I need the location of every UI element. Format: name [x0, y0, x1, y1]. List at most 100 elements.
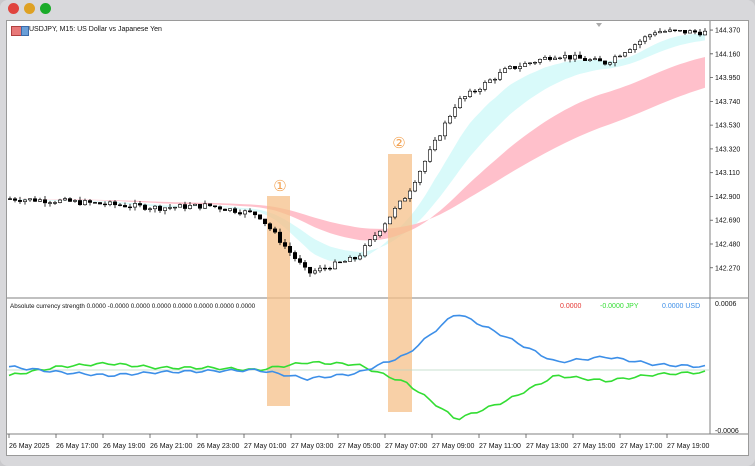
candle-body	[88, 200, 93, 203]
candle-body	[397, 200, 402, 209]
time-tick-label: 27 May 05:00	[338, 443, 381, 450]
candle-body	[542, 57, 547, 60]
time-tick-label: 27 May 01:00	[244, 443, 287, 450]
candle-body	[18, 200, 23, 202]
price-tick-label: 142.690	[715, 218, 740, 225]
candle-body	[527, 62, 532, 64]
candle-body	[387, 216, 392, 225]
candle-body	[42, 199, 47, 204]
candle-body	[37, 199, 42, 202]
chart-area[interactable]: ① ② 144.370 144.160 143.950 143.740 143.530 1…	[6, 20, 749, 456]
indicator-scale-bottom: -0.0006	[715, 428, 739, 435]
candle-body	[332, 261, 337, 270]
candle-body	[402, 198, 407, 202]
candle-body	[377, 230, 382, 236]
candle-body	[417, 171, 422, 183]
zoom-button[interactable]	[40, 3, 51, 14]
candle-body	[617, 55, 622, 58]
candle-body	[103, 203, 108, 206]
candle-body	[352, 257, 357, 260]
candle-body	[342, 261, 347, 263]
candle-body	[258, 214, 263, 220]
candle-body	[337, 261, 342, 264]
candle-body	[292, 252, 297, 259]
price-tick-label: 143.950	[715, 75, 740, 82]
candle-body	[262, 218, 267, 225]
candle-body	[178, 204, 183, 208]
time-tick-label: 27 May 17:00	[620, 443, 663, 450]
candle-body	[642, 36, 647, 42]
candle-body	[22, 199, 27, 202]
time-tick-label: 26 May 19:00	[103, 443, 146, 450]
candle-body	[312, 270, 317, 274]
time-tick-label: 26 May 21:00	[150, 443, 193, 450]
candle-body	[183, 204, 188, 209]
time-tick-label: 27 May 09:00	[432, 443, 475, 450]
candle-body	[143, 204, 148, 210]
candle-body	[382, 223, 387, 232]
candle-body	[697, 31, 702, 36]
annotation-2: ②	[392, 134, 405, 152]
candle-body	[562, 55, 567, 59]
candle-body	[83, 200, 88, 206]
price-tick-label: 143.740	[715, 99, 740, 106]
minimize-button[interactable]	[24, 3, 35, 14]
candle-body	[113, 201, 118, 206]
candle-body	[248, 210, 253, 213]
price-axis: 144.370 144.160 143.950 143.740 143.530 143.3…	[710, 28, 740, 272]
candle-body	[282, 242, 287, 247]
candle-body	[477, 88, 482, 92]
candle-body	[437, 135, 442, 141]
candle-body	[362, 245, 367, 257]
candle-body	[552, 57, 557, 60]
candle-body	[52, 202, 57, 204]
candle-body	[47, 202, 52, 204]
candle-body	[158, 205, 163, 211]
time-axis: 26 May 2025 26 May 17:00 26 May 19:00 26 Ma…	[8, 434, 710, 450]
chart-canvas: ① ② 144.370144.160143.950143.740143.5301…	[7, 21, 748, 450]
candle-body	[442, 122, 447, 137]
candle-body	[93, 202, 98, 204]
chart-type-icon[interactable]	[21, 26, 29, 36]
scroll-marker-icon	[596, 23, 602, 27]
candle-body	[652, 32, 657, 36]
candle-body	[277, 231, 282, 243]
price-tick-label: 142.900	[715, 194, 740, 201]
candle-body	[507, 66, 512, 69]
candle-body	[572, 54, 577, 60]
candle-body	[607, 62, 612, 65]
candle-body	[218, 206, 223, 210]
candle-body	[502, 68, 507, 73]
candle-body	[702, 30, 707, 36]
candle-body	[432, 139, 437, 151]
candle-body	[427, 149, 432, 162]
price-tick-label: 143.110	[715, 170, 740, 177]
close-button[interactable]	[8, 3, 19, 14]
annotation-1: ①	[273, 177, 286, 195]
candle-body	[123, 205, 128, 208]
candle-body	[637, 40, 642, 45]
candle-body	[267, 223, 272, 230]
candle-body	[148, 208, 153, 210]
candle-body	[32, 198, 37, 202]
candle-body	[367, 239, 372, 246]
candle-body	[662, 31, 667, 33]
candle-body	[577, 54, 582, 59]
indicator-scale-top: 0.0006	[715, 301, 737, 308]
candle-body	[667, 29, 672, 32]
candle-body	[347, 257, 352, 262]
candle-body	[307, 266, 312, 274]
time-tick-label: 27 May 03:00	[291, 443, 334, 450]
candle-body	[557, 57, 562, 60]
candle-body	[208, 203, 213, 207]
candle-body	[597, 58, 602, 62]
candle-body	[492, 78, 497, 81]
candle-body	[287, 246, 292, 253]
candle-body	[253, 211, 258, 216]
time-tick-label: 27 May 13:00	[526, 443, 569, 450]
candle-body	[677, 29, 682, 32]
candle-body	[98, 202, 103, 205]
price-tick-label: 144.370	[715, 28, 740, 35]
candle-body	[647, 34, 652, 38]
slow-ma-cloud	[10, 56, 705, 241]
